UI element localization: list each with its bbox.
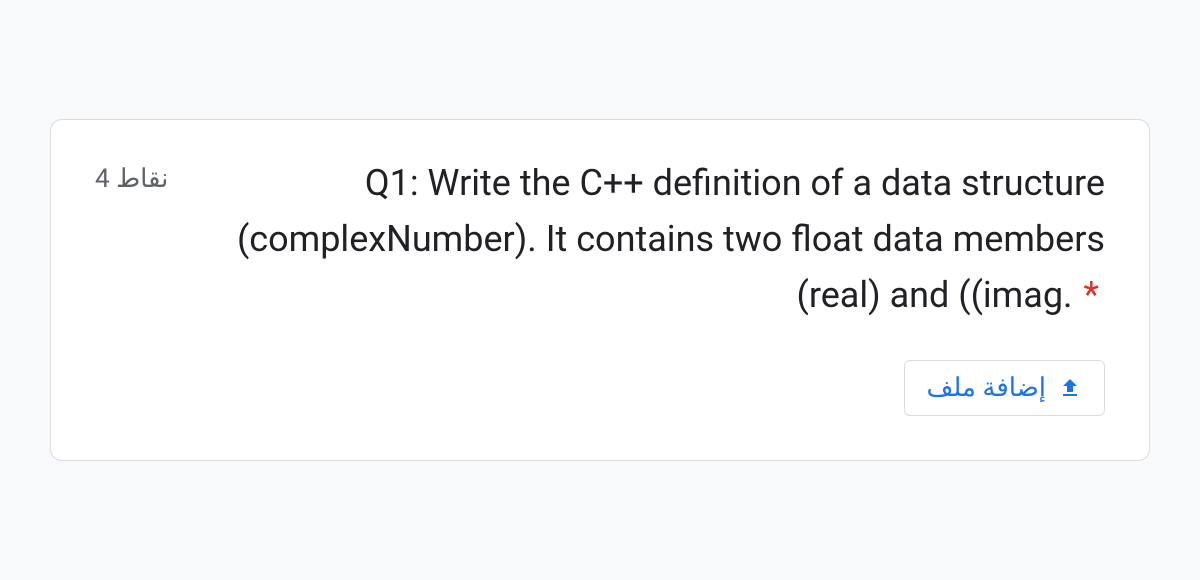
add-file-label: إضافة ملف <box>927 373 1047 403</box>
add-file-button[interactable]: إضافة ملف <box>904 360 1106 416</box>
upload-row: إضافة ملف <box>95 360 1105 416</box>
upload-icon <box>1058 376 1082 400</box>
question-card: 4 نقاط Q1: Write the C++ definition of a… <box>50 119 1150 460</box>
points-label: 4 نقاط <box>95 156 185 194</box>
question-header: 4 نقاط Q1: Write the C++ definition of a… <box>95 156 1105 323</box>
required-asterisk: * <box>1083 274 1099 316</box>
question-body: Q1: Write the C++ definition of a data s… <box>237 162 1105 316</box>
question-text: Q1: Write the C++ definition of a data s… <box>233 156 1105 323</box>
